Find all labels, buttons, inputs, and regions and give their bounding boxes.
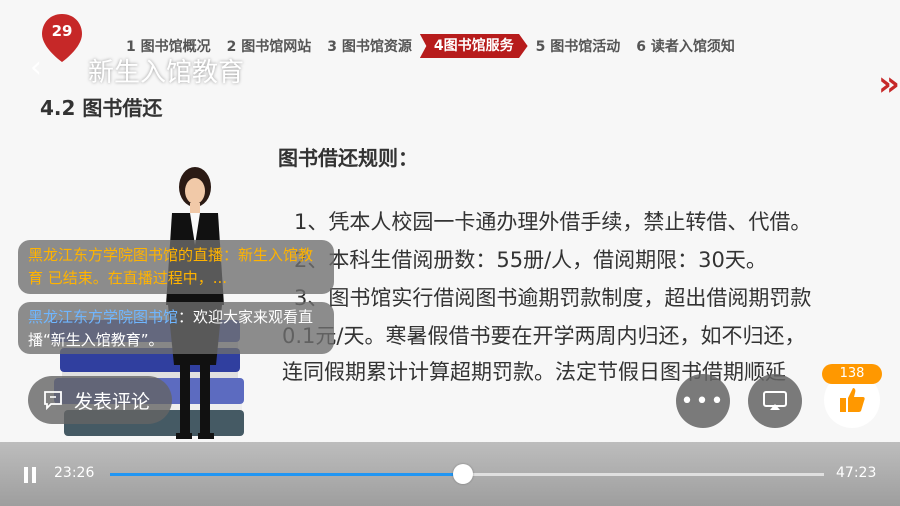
chat-message: 黑龙江东方学院图书馆的直播：新生入馆教育 已结束。在直播过程中，... bbox=[18, 240, 334, 294]
total-time: 47:23 bbox=[836, 465, 877, 481]
rule-line: 0.1元/天。寒暑假借书要在开学两周内归还，如不归还， bbox=[282, 324, 806, 348]
pause-icon[interactable] bbox=[22, 467, 38, 483]
like-count-badge: 138 bbox=[822, 364, 882, 384]
progress-fill bbox=[110, 473, 464, 476]
slide-section-heading: 4.2 图书借还 bbox=[40, 96, 163, 120]
thumbs-up-icon bbox=[840, 388, 865, 412]
current-time: 23:26 bbox=[54, 465, 95, 481]
slide-tab-resources: 3 图书馆资源 bbox=[327, 39, 412, 55]
rule-line: 2、本科生借阅册数：55册/人，借阅期限：30天。 bbox=[294, 248, 767, 272]
back-arrow-icon[interactable]: ‹ bbox=[30, 52, 54, 84]
live-title: 新生入馆教育 bbox=[88, 58, 245, 88]
comment-icon bbox=[44, 391, 62, 411]
cast-button[interactable] bbox=[748, 374, 802, 428]
rules-title: 图书借还规则： bbox=[278, 146, 418, 170]
cast-icon bbox=[763, 391, 787, 410]
comment-button[interactable]: 发表评论 bbox=[28, 376, 172, 424]
rule-line: 1、凭本人校园一卡通办理外借手续，禁止转借、代借。 bbox=[294, 210, 812, 234]
comment-button-label: 发表评论 bbox=[74, 390, 151, 413]
rule-line: 3、图书馆实行借阅图书逾期罚款制度，超出借阅期罚款 bbox=[294, 286, 812, 310]
live-badge-count: 29 bbox=[51, 22, 73, 40]
more-icon: ••• bbox=[680, 388, 726, 414]
chat-message: 黑龙江东方学院图书馆：欢迎大家来观看直播“新生入馆教育”。 bbox=[18, 302, 334, 354]
slide-tab-reader-rules: 6 读者入馆须知 bbox=[636, 39, 735, 55]
chat-system-notice: 黑龙江东方学院图书馆的直播：新生入馆教育 已结束。在直播过程中，... bbox=[28, 246, 314, 287]
slide-tab-activities: 5 图书馆活动 bbox=[535, 39, 621, 55]
chat-sender-name: 黑龙江东方学院图书馆 bbox=[28, 308, 179, 326]
slide-tab-services: 4图书馆服务 bbox=[419, 34, 528, 58]
more-button[interactable]: ••• bbox=[676, 374, 730, 428]
double-chevron-icon: » bbox=[878, 64, 900, 104]
